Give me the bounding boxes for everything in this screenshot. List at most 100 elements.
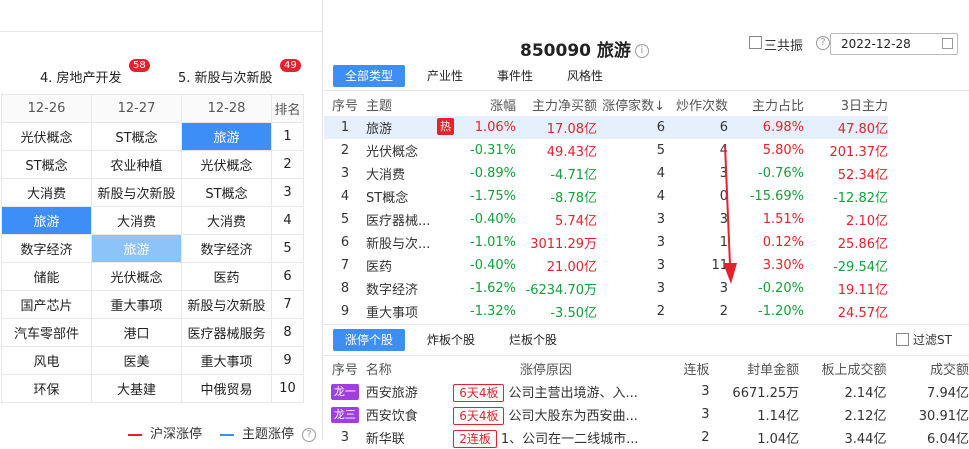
theme-row[interactable]: 3 大消费 -0.89% -4.71亿 4 3 -0.76% 52.34亿 <box>324 162 888 185</box>
grid-cell[interactable]: 重大事项 <box>91 290 182 319</box>
grid-cell[interactable]: 大消费 <box>181 206 272 235</box>
column-header[interactable]: 主力净买额 <box>516 92 597 116</box>
grid-cell[interactable]: 新股与次新股 <box>91 178 182 207</box>
reason-text: 公司大股东为西安曲... <box>508 408 638 424</box>
grid-cell[interactable]: 旅游 <box>181 122 272 151</box>
column-header[interactable]: 主题 <box>366 92 456 116</box>
theme-cell: 1.06% <box>474 120 516 135</box>
grid-cell[interactable]: 农业种植 <box>91 150 182 179</box>
theme-cell: 3 <box>656 212 665 227</box>
theme-cell: 2.10亿 <box>846 214 888 229</box>
column-header[interactable]: 涨停家数↓ <box>597 92 665 116</box>
theme-name: ST概念 <box>366 185 456 208</box>
lianban-cell: 3 <box>701 384 710 399</box>
column-header[interactable]: 连板 <box>639 356 710 380</box>
info-icon[interactable]: i <box>634 44 649 58</box>
grid-cell[interactable]: 环保 <box>1 374 92 403</box>
grid-row: 数字经济 旅游 数字经济 5 <box>1 234 304 263</box>
column-header[interactable]: 封单金额 <box>710 356 799 380</box>
theme-cell: 3 <box>656 258 665 273</box>
theme-row[interactable]: 4 ST概念 -1.75% -8.78亿 4 0 -15.69% -12.82亿 <box>324 185 888 208</box>
grid-cell[interactable]: 医美 <box>91 346 182 375</box>
tab-rotten-board[interactable]: 烂板个股 <box>497 329 569 351</box>
column-header[interactable]: 名称 <box>366 356 453 380</box>
grid-cell[interactable]: ST概念 <box>181 178 272 207</box>
lianban-cell: 2 <box>701 430 710 445</box>
grid-cell[interactable]: 数字经济 <box>181 234 272 263</box>
rank-number: 3 <box>340 430 350 445</box>
stock-name[interactable]: 西安饮食 <box>366 403 453 426</box>
date-picker[interactable]: 2022-12-28 <box>830 33 958 55</box>
grid-cell[interactable]: 旅游 <box>1 206 92 235</box>
theme-cell: 17.08亿 <box>546 122 597 137</box>
theme-name-text: 数字经济 <box>366 283 419 298</box>
tab-industry[interactable]: 产业性 <box>415 65 475 87</box>
theme-row[interactable]: 8 数字经济 -1.62% -6234.70万 3 3 -0.20% 19.11亿 <box>324 277 888 300</box>
theme-row[interactable]: 5 医疗器械... -0.40% 5.74亿 3 3 1.51% 2.10亿 <box>324 208 888 231</box>
filter-st-checkbox[interactable] <box>896 333 909 346</box>
theme-name-text: ST概念 <box>366 191 409 206</box>
grid-cell[interactable]: ST概念 <box>91 122 182 151</box>
grid-cell[interactable]: 储能 <box>1 262 92 291</box>
theme-cell: 4 <box>656 166 665 181</box>
column-header[interactable]: 涨幅 <box>456 92 516 116</box>
grid-cell[interactable]: 旅游 <box>91 234 182 263</box>
grid-cell[interactable]: 新股与次新股 <box>181 290 272 319</box>
grid-cell[interactable]: 光伏概念 <box>1 122 92 151</box>
tab-all-types[interactable]: 全部类型 <box>333 65 406 87</box>
tab-new-stocks[interactable]: 5. 新股与次新股 49 <box>178 59 301 86</box>
grid-cell[interactable]: 中俄贸易 <box>181 374 272 403</box>
theme-row[interactable]: 1 旅游 热 1.06% 17.08亿 6 6 6.98% 47.80亿 <box>324 116 888 139</box>
grid-cell[interactable]: 医疗器械服务 <box>181 318 272 347</box>
column-header[interactable]: 主力占比 <box>728 92 804 116</box>
theme-cell: 47.80亿 <box>837 122 888 137</box>
grid-row: 国产芯片 重大事项 新股与次新股 7 <box>1 290 304 319</box>
grid-cell[interactable]: 医药 <box>181 262 272 291</box>
stock-name[interactable]: 新华联 <box>366 426 453 449</box>
tab-real-estate[interactable]: 4. 房地产开发 58 <box>40 59 150 86</box>
grid-cell[interactable]: 光伏概念 <box>181 150 272 179</box>
tab-event[interactable]: 事件性 <box>485 65 545 87</box>
lianban-cell: 3 <box>701 407 710 422</box>
gongzhen-label: 三共振 <box>764 39 804 54</box>
column-header[interactable]: 序号 <box>324 356 366 380</box>
grid-cell[interactable]: 光伏概念 <box>91 262 182 291</box>
help-icon[interactable]: ? <box>816 36 830 50</box>
grid-cell[interactable]: 港口 <box>91 318 182 347</box>
grid-cell[interactable]: 大基建 <box>91 374 182 403</box>
column-header[interactable]: 炒作次数 <box>665 92 728 116</box>
column-header[interactable]: 成交额 <box>886 356 969 380</box>
board-badge: 6天4板 <box>453 406 505 425</box>
theme-cell: -3.50亿 <box>550 306 597 321</box>
column-header[interactable]: 序号 <box>324 92 366 116</box>
tab-label: 5. 新股与次新股 <box>178 71 273 86</box>
grid-cell[interactable]: 汽车零部件 <box>1 318 92 347</box>
grid-cell[interactable]: 数字经济 <box>1 234 92 263</box>
tab-limit-up[interactable]: 涨停个股 <box>333 329 406 351</box>
grid-cell[interactable]: 大消费 <box>91 206 182 235</box>
gongzhen-checkbox[interactable] <box>749 36 762 49</box>
tab-broken-board[interactable]: 炸板个股 <box>415 329 487 351</box>
column-header[interactable]: 3日主力 <box>804 92 888 116</box>
theme-cell: 3 <box>719 212 728 227</box>
calendar-icon[interactable] <box>942 38 953 49</box>
grid-cell[interactable]: 风电 <box>1 346 92 375</box>
rank-cell: 3 <box>324 426 366 449</box>
column-header[interactable]: 板上成交额 <box>799 356 886 380</box>
grid-row: 光伏概念 ST概念 旅游 1 <box>1 122 304 151</box>
grid-cell[interactable]: 国产芯片 <box>1 290 92 319</box>
theme-row[interactable]: 7 医药 -0.40% 21.00亿 3 11 3.30% -29.54亿 <box>324 254 888 277</box>
grid-cell[interactable]: 大消费 <box>1 178 92 207</box>
theme-row[interactable]: 6 新股与次... -1.01% 3011.29万 3 1 0.12% 25.86亿 <box>324 231 888 254</box>
stock-row[interactable]: 3 新华联 2连板 1、公司在一二线城市... 2 1.04亿 3.44亿 6.04亿 <box>324 426 969 449</box>
stock-row[interactable]: 龙一 西安旅游 6天4板 公司主营出境游、入... 3 6671.25万 2.14亿 7.94… <box>324 380 969 403</box>
grid-cell[interactable]: 重大事项 <box>181 346 272 375</box>
stock-row[interactable]: 龙三 西安饮食 6天4板 公司大股东为西安曲... 3 1.14亿 2.12亿 30.91亿 <box>324 403 969 426</box>
column-header[interactable]: 涨停原因 <box>453 356 638 380</box>
tab-style[interactable]: 风格性 <box>555 65 615 87</box>
theme-row[interactable]: 2 光伏概念 -0.31% 49.43亿 5 4 5.80% 201.37亿 <box>324 139 888 162</box>
stock-name[interactable]: 西安旅游 <box>366 380 453 403</box>
grid-cell[interactable]: ST概念 <box>1 150 92 179</box>
help-icon[interactable]: ? <box>302 427 317 442</box>
theme-row[interactable]: 9 重大事项 -1.32% -3.50亿 2 2 -1.20% 24.57亿 <box>324 300 888 323</box>
